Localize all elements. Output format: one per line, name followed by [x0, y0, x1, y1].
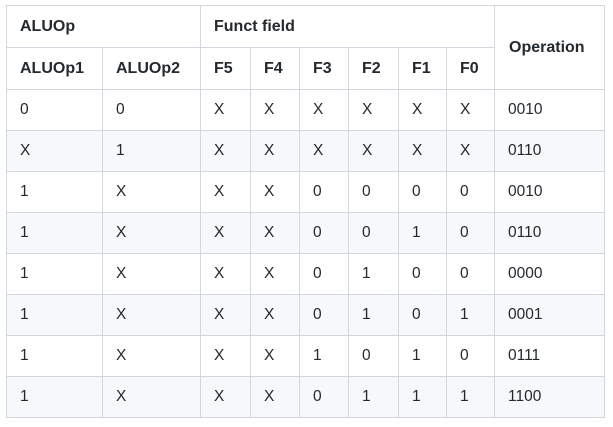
cell-f4: X [250, 294, 300, 336]
cell-f3: 0 [299, 376, 349, 418]
cell-f1: 0 [398, 171, 447, 213]
header-f5: F5 [200, 47, 251, 90]
cell-aluop2: X [102, 294, 201, 336]
header-f1: F1 [398, 47, 447, 90]
cell-operation: 0110 [494, 212, 605, 254]
cell-f0: 0 [446, 253, 495, 295]
cell-f2: 0 [348, 212, 399, 254]
cell-f0: 0 [446, 212, 495, 254]
cell-f1: 1 [398, 376, 447, 418]
cell-f4: X [250, 89, 300, 131]
cell-f5: X [200, 335, 251, 377]
cell-f4: X [250, 335, 300, 377]
cell-f3: 0 [299, 294, 349, 336]
cell-f4: X [250, 376, 300, 418]
table-header: ALUOp Funct field Operation ALUOp1 ALUOp… [6, 5, 605, 90]
header-funct-field-group: Funct field [200, 5, 495, 48]
cell-f4: X [250, 253, 300, 295]
cell-f1: 0 [398, 253, 447, 295]
header-aluop1: ALUOp1 [6, 47, 103, 90]
cell-operation: 0010 [494, 171, 605, 213]
cell-aluop1: 1 [6, 212, 103, 254]
header-f3: F3 [299, 47, 349, 90]
cell-aluop2: X [102, 253, 201, 295]
cell-aluop2: 0 [102, 89, 201, 131]
table-row: 1 X X X 0 1 1 1 1100 [6, 376, 605, 418]
cell-aluop1: 1 [6, 253, 103, 295]
cell-f1: 1 [398, 212, 447, 254]
cell-f2: X [348, 130, 399, 172]
cell-f3: 0 [299, 253, 349, 295]
cell-f2: 0 [348, 335, 399, 377]
cell-f5: X [200, 212, 251, 254]
header-f2: F2 [348, 47, 399, 90]
cell-f2: 0 [348, 171, 399, 213]
cell-f0: 0 [446, 171, 495, 213]
cell-f3: 1 [299, 335, 349, 377]
cell-f5: X [200, 171, 251, 213]
table-row: 1 X X X 0 0 1 0 0110 [6, 212, 605, 254]
cell-f3: X [299, 130, 349, 172]
cell-f3: 0 [299, 212, 349, 254]
cell-f1: X [398, 130, 447, 172]
cell-f1: 0 [398, 294, 447, 336]
table-row: X 1 X X X X X X 0110 [6, 130, 605, 172]
cell-aluop1: 1 [6, 376, 103, 418]
table-row: 1 X X X 0 0 0 0 0010 [6, 171, 605, 213]
cell-f0: X [446, 89, 495, 131]
cell-f1: X [398, 89, 447, 131]
cell-f5: X [200, 376, 251, 418]
cell-aluop2: X [102, 212, 201, 254]
cell-f4: X [250, 130, 300, 172]
table-row: 1 X X X 1 0 1 0 0111 [6, 335, 605, 377]
cell-aluop2: 1 [102, 130, 201, 172]
cell-operation: 0001 [494, 294, 605, 336]
cell-aluop1: 0 [6, 89, 103, 131]
cell-f5: X [200, 89, 251, 131]
cell-f5: X [200, 253, 251, 295]
cell-f5: X [200, 294, 251, 336]
header-aluop-group: ALUOp [6, 5, 201, 48]
header-aluop2: ALUOp2 [102, 47, 201, 90]
cell-operation: 1100 [494, 376, 605, 418]
cell-f2: 1 [348, 294, 399, 336]
cell-f3: X [299, 89, 349, 131]
header-operation: Operation [494, 5, 605, 90]
cell-operation: 0110 [494, 130, 605, 172]
cell-aluop1: 1 [6, 335, 103, 377]
cell-aluop1: X [6, 130, 103, 172]
cell-f5: X [200, 130, 251, 172]
cell-f0: 1 [446, 294, 495, 336]
cell-aluop1: 1 [6, 171, 103, 213]
cell-f3: 0 [299, 171, 349, 213]
cell-f4: X [250, 212, 300, 254]
cell-f2: 1 [348, 376, 399, 418]
cell-aluop1: 1 [6, 294, 103, 336]
cell-f0: 1 [446, 376, 495, 418]
cell-operation: 0010 [494, 89, 605, 131]
cell-aluop2: X [102, 171, 201, 213]
header-f0: F0 [446, 47, 495, 90]
table-row: 1 X X X 0 1 0 1 0001 [6, 294, 605, 336]
alu-control-table: ALUOp Funct field Operation ALUOp1 ALUOp… [6, 5, 605, 418]
cell-f0: X [446, 130, 495, 172]
cell-aluop2: X [102, 376, 201, 418]
table-row: 1 X X X 0 1 0 0 0000 [6, 253, 605, 295]
cell-f1: 1 [398, 335, 447, 377]
header-group-row: ALUOp Funct field Operation [6, 5, 605, 90]
table-row: 0 0 X X X X X X 0010 [6, 89, 605, 131]
cell-operation: 0000 [494, 253, 605, 295]
header-f4: F4 [250, 47, 300, 90]
cell-f4: X [250, 171, 300, 213]
cell-f2: 1 [348, 253, 399, 295]
cell-aluop2: X [102, 335, 201, 377]
table-body: 0 0 X X X X X X 0010 X 1 X X X X X X 011… [6, 89, 605, 418]
cell-operation: 0111 [494, 335, 605, 377]
cell-f0: 0 [446, 335, 495, 377]
cell-f2: X [348, 89, 399, 131]
